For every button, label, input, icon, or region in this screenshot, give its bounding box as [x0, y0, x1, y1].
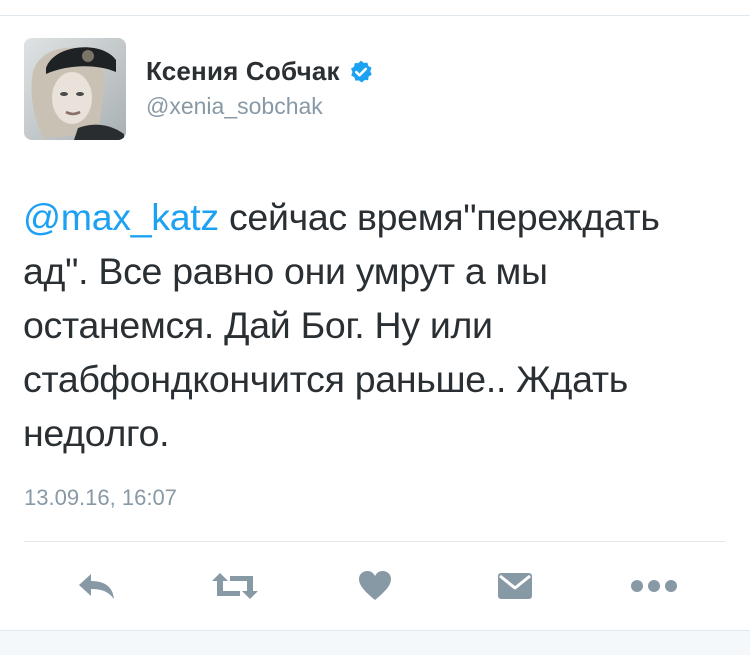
- actions-divider: [24, 541, 725, 542]
- mention-link[interactable]: @max_katz: [23, 196, 219, 238]
- author-handle[interactable]: @xenia_sobchak: [146, 93, 323, 120]
- bottom-band: [0, 630, 750, 655]
- direct-message-button[interactable]: [492, 566, 538, 606]
- retweet-button[interactable]: [208, 566, 262, 606]
- verified-badge-icon: [348, 59, 374, 85]
- author-display-name[interactable]: Ксения Собчак: [146, 56, 340, 87]
- heart-icon: [359, 571, 391, 600]
- tweet-text: @max_katz сейчас время"переждать ад". Вс…: [23, 190, 733, 460]
- avatar-photo: [24, 38, 126, 140]
- reply-button[interactable]: [74, 566, 120, 606]
- more-button[interactable]: [626, 566, 682, 606]
- author-avatar[interactable]: [24, 38, 126, 140]
- tweet-timestamp[interactable]: 13.09.16, 16:07: [24, 485, 177, 511]
- like-button[interactable]: [352, 566, 398, 606]
- retweet-icon: [212, 573, 258, 599]
- direct-message-icon: [498, 573, 532, 599]
- top-divider: [0, 15, 750, 16]
- author-name-row: Ксения Собчак: [146, 56, 374, 87]
- more-icon: [631, 580, 677, 592]
- reply-icon: [79, 574, 114, 599]
